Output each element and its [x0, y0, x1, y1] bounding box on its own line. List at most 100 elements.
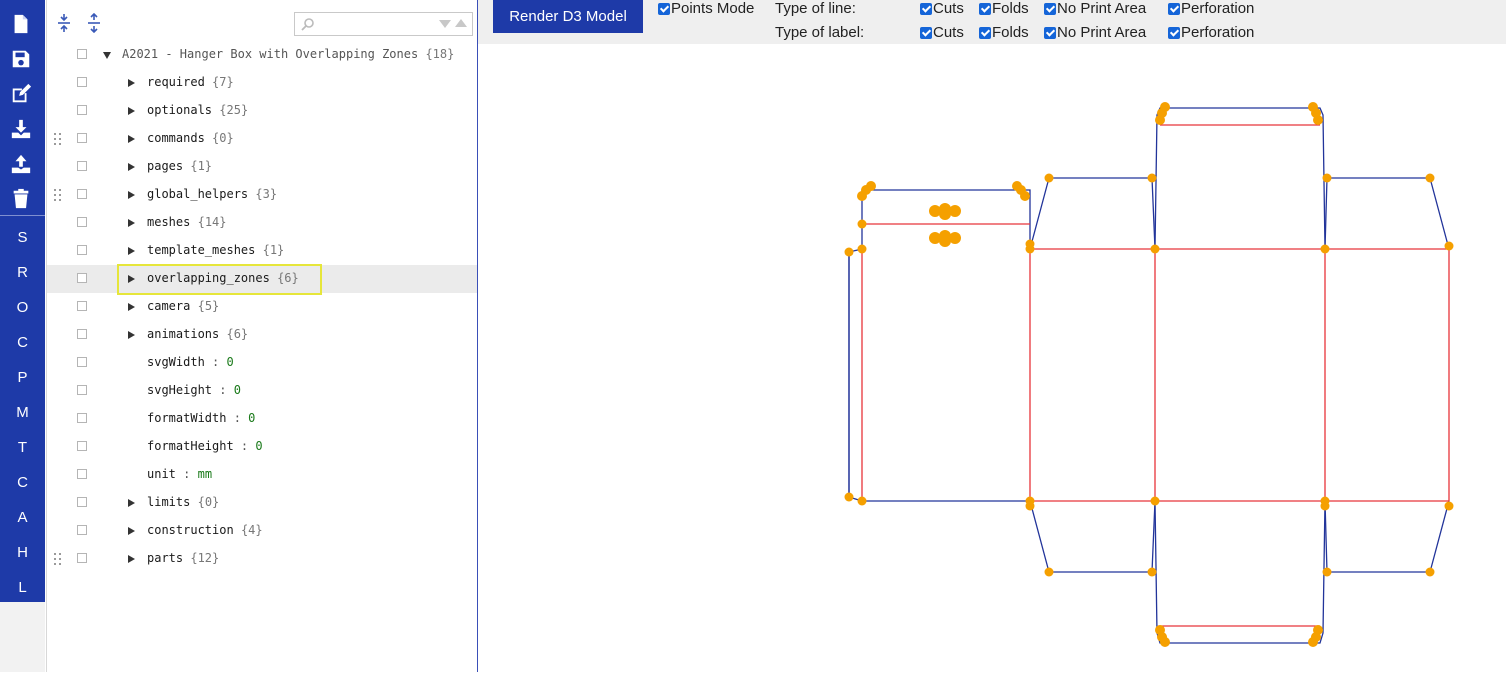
- expand-toggle-icon[interactable]: [128, 191, 135, 199]
- line-cuts-checkbox[interactable]: [920, 2, 932, 15]
- dieline-point[interactable]: [1425, 567, 1435, 577]
- dieline-point[interactable]: [857, 496, 867, 506]
- tree-node-animations[interactable]: animations {6}: [47, 321, 478, 349]
- save-icon[interactable]: [9, 47, 33, 71]
- node-checkbox[interactable]: [77, 301, 87, 311]
- label-folds-option[interactable]: Folds: [979, 24, 1029, 41]
- label-folds-checkbox[interactable]: [979, 26, 991, 39]
- dieline-point[interactable]: [1150, 496, 1160, 506]
- label-no-print-checkbox[interactable]: [1044, 26, 1056, 39]
- label-perforation-checkbox[interactable]: [1168, 26, 1180, 39]
- dieline-point[interactable]: [939, 235, 951, 247]
- dieline-point[interactable]: [1160, 102, 1170, 112]
- rail-letter-s[interactable]: S: [0, 229, 45, 246]
- line-no-print-checkbox[interactable]: [1044, 2, 1056, 15]
- tree-root-node[interactable]: A2021 - Hanger Box with Overlapping Zone…: [47, 41, 478, 69]
- expand-toggle-icon[interactable]: [103, 52, 111, 59]
- tree-node-commands[interactable]: commands {0}: [47, 125, 478, 153]
- node-checkbox[interactable]: [77, 357, 87, 367]
- download-icon[interactable]: [9, 117, 33, 141]
- dieline-point[interactable]: [1012, 181, 1022, 191]
- tree-node-parts[interactable]: parts {12}: [47, 545, 478, 573]
- node-checkbox[interactable]: [77, 469, 87, 479]
- line-perforation-checkbox[interactable]: [1168, 2, 1180, 15]
- expand-all-button[interactable]: [83, 10, 105, 36]
- node-checkbox[interactable]: [77, 385, 87, 395]
- node-checkbox[interactable]: [77, 553, 87, 563]
- line-no-print-option[interactable]: No Print Area: [1044, 0, 1146, 17]
- tree-node-camera[interactable]: camera {5}: [47, 293, 478, 321]
- dieline-point[interactable]: [1308, 637, 1318, 647]
- rail-letter-t[interactable]: T: [0, 439, 45, 456]
- search-next-icon[interactable]: [439, 20, 451, 28]
- line-perforation-option[interactable]: Perforation: [1168, 0, 1254, 17]
- dieline-point[interactable]: [1322, 567, 1332, 577]
- node-checkbox[interactable]: [77, 105, 87, 115]
- node-checkbox[interactable]: [77, 133, 87, 143]
- new-file-icon[interactable]: [9, 12, 33, 36]
- dieline-drawing[interactable]: [478, 44, 1506, 672]
- label-no-print-option[interactable]: No Print Area: [1044, 24, 1146, 41]
- render-d3-model-button[interactable]: Render D3 Model: [493, 0, 643, 33]
- dieline-point[interactable]: [1025, 239, 1035, 249]
- expand-toggle-icon[interactable]: [128, 79, 135, 87]
- expand-toggle-icon[interactable]: [128, 303, 135, 311]
- label-perforation-option[interactable]: Perforation: [1168, 24, 1254, 41]
- dieline-point[interactable]: [1425, 173, 1435, 183]
- node-checkbox[interactable]: [77, 441, 87, 451]
- tree-node-overlapping-zones[interactable]: overlapping_zones {6}: [47, 265, 478, 293]
- dieline-point[interactable]: [1044, 567, 1054, 577]
- expand-toggle-icon[interactable]: [128, 219, 135, 227]
- expand-toggle-icon[interactable]: [128, 135, 135, 143]
- expand-toggle-icon[interactable]: [128, 331, 135, 339]
- node-checkbox[interactable]: [77, 413, 87, 423]
- tree-node-unit[interactable]: unit : mm: [47, 461, 478, 489]
- rail-letter-o[interactable]: O: [0, 299, 45, 316]
- dieline-point[interactable]: [857, 244, 867, 254]
- dieline-point[interactable]: [1147, 173, 1157, 183]
- tree-node-optionals[interactable]: optionals {25}: [47, 97, 478, 125]
- tree-node-meshes[interactable]: meshes {14}: [47, 209, 478, 237]
- tree-node-pages[interactable]: pages {1}: [47, 153, 478, 181]
- dieline-point[interactable]: [1320, 244, 1330, 254]
- tree-node-global-helpers[interactable]: global_helpers {3}: [47, 181, 478, 209]
- dieline-point[interactable]: [844, 247, 854, 257]
- node-checkbox[interactable]: [77, 329, 87, 339]
- dieline-point[interactable]: [1150, 244, 1160, 254]
- rail-letter-c2[interactable]: C: [0, 474, 45, 491]
- dieline-point[interactable]: [866, 181, 876, 191]
- rail-letter-a[interactable]: A: [0, 509, 45, 526]
- tree-node-formatwidth[interactable]: formatWidth : 0: [47, 405, 478, 433]
- dieline-point[interactable]: [1444, 501, 1454, 511]
- rail-letter-r[interactable]: R: [0, 264, 45, 281]
- tree-node-svgwidth[interactable]: svgWidth : 0: [47, 349, 478, 377]
- rail-letter-l[interactable]: L: [0, 579, 45, 596]
- line-cuts-option[interactable]: Cuts: [920, 0, 964, 17]
- render-canvas[interactable]: [478, 44, 1506, 672]
- node-checkbox[interactable]: [77, 49, 87, 59]
- rail-letter-m[interactable]: M: [0, 404, 45, 421]
- points-mode-checkbox[interactable]: [658, 2, 670, 15]
- tree-node-template-meshes[interactable]: template_meshes {1}: [47, 237, 478, 265]
- expand-toggle-icon[interactable]: [128, 275, 135, 283]
- search-prev-icon[interactable]: [455, 19, 467, 27]
- tree-node-limits[interactable]: limits {0}: [47, 489, 478, 517]
- label-cuts-option[interactable]: Cuts: [920, 24, 964, 41]
- dieline-point[interactable]: [844, 492, 854, 502]
- drag-handle-icon[interactable]: [54, 189, 63, 201]
- expand-toggle-icon[interactable]: [128, 499, 135, 507]
- dieline-point[interactable]: [1444, 241, 1454, 251]
- dieline-point[interactable]: [1322, 173, 1332, 183]
- dieline-point[interactable]: [1025, 501, 1035, 511]
- tree-search-input[interactable]: [319, 15, 433, 35]
- rail-letter-c[interactable]: C: [0, 334, 45, 351]
- drag-handle-icon[interactable]: [54, 553, 63, 565]
- rail-letter-h[interactable]: H: [0, 544, 45, 561]
- expand-toggle-icon[interactable]: [128, 163, 135, 171]
- dieline-point[interactable]: [939, 208, 951, 220]
- drag-handle-icon[interactable]: [54, 133, 63, 145]
- node-checkbox[interactable]: [77, 273, 87, 283]
- expand-toggle-icon[interactable]: [128, 527, 135, 535]
- trash-icon[interactable]: [9, 187, 33, 211]
- dieline-point[interactable]: [1320, 501, 1330, 511]
